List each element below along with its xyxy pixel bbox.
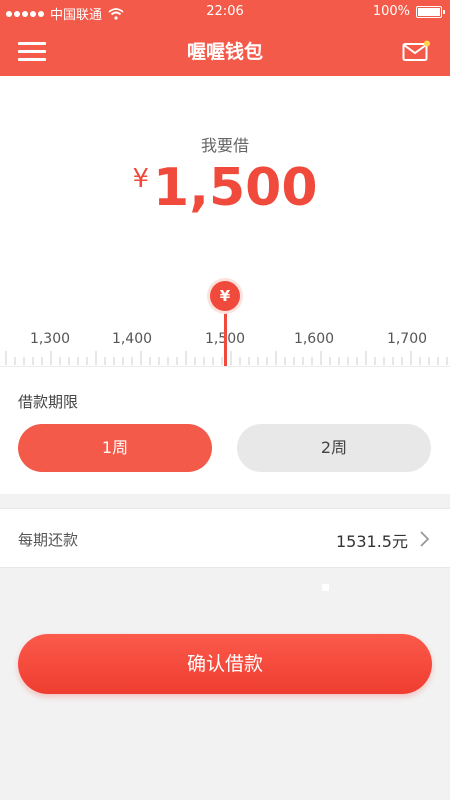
repayment-row[interactable]: 每期还款 1531.5元	[0, 508, 450, 568]
decorative-dot	[322, 584, 329, 591]
slider-tick-label: 1,700	[386, 331, 428, 347]
confirm-loan-button[interactable]: 确认借款	[18, 634, 432, 694]
mail-button[interactable]	[402, 40, 430, 62]
term-option-2-weeks[interactable]: 2周	[237, 424, 431, 472]
slider-handle[interactable]: ¥	[210, 281, 240, 311]
loan-term-label: 借款期限	[18, 393, 79, 411]
currency-symbol: ¥	[132, 164, 150, 194]
loan-amount-number: 1,500	[153, 158, 318, 218]
battery-percent: 100%	[372, 4, 410, 19]
term-option-1-week[interactable]: 1周	[18, 424, 212, 472]
loan-amount-value: ¥1,500	[0, 158, 450, 218]
nav-bar: 喔喔钱包	[0, 24, 450, 76]
amount-slider[interactable]: 1,300 1,400 1,500 1,600 1,700 ¥	[0, 281, 450, 366]
loan-amount-label: 我要借	[200, 136, 249, 155]
slider-tick-label: 1,400	[111, 331, 153, 347]
slider-tick-label: 1,600	[293, 331, 335, 347]
status-right: 100%	[372, 4, 445, 19]
loan-amount-section: 我要借 ¥1,500 1,300 1,400 1,500 1,600 1,700…	[0, 76, 450, 366]
repayment-label: 每期还款	[18, 531, 79, 549]
page-title: 喔喔钱包	[186, 41, 263, 63]
loan-term-section: 借款期限 1周 2周	[0, 366, 450, 494]
slider-indicator-line[interactable]	[224, 311, 227, 366]
chevron-right-icon	[420, 531, 430, 547]
mail-icon	[402, 40, 430, 61]
repayment-value: 1531.5元	[336, 532, 408, 551]
status-bar: 中国联通 22:06 100%	[0, 0, 450, 24]
slider-tick-label: 1,300	[29, 331, 71, 347]
battery-icon	[416, 5, 445, 18]
